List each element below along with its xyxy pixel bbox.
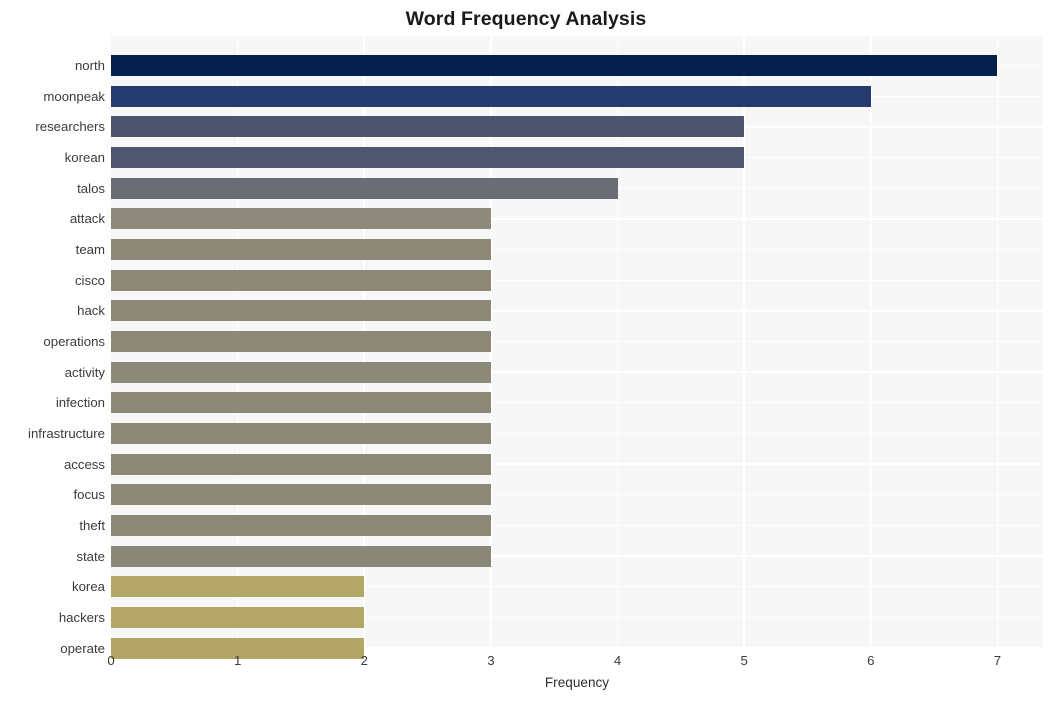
y-tick-label: korea [72, 579, 105, 595]
bar [111, 545, 491, 567]
y-tick-label: team [75, 242, 105, 258]
y-tick-label: moonpeak [43, 88, 105, 104]
bar [111, 239, 491, 261]
y-tick-label: hack [77, 303, 105, 319]
bar [111, 177, 618, 199]
y-tick-label: infrastructure [28, 425, 105, 441]
y-tick-label: cisco [74, 272, 105, 288]
y-axis: north moonpeak researchers korean talos attac… [0, 35, 105, 655]
y-tick-label: korean [64, 150, 105, 166]
x-tick-label: 6 [867, 653, 875, 668]
x-axis-label: Frequency [544, 675, 610, 690]
bar [111, 331, 491, 352]
y-tick-label: state [76, 548, 105, 564]
y-tick-label: attack [69, 211, 105, 227]
bar [111, 392, 491, 414]
word-frequency-chart: Word Frequency Analysis north moonpeak res… [0, 0, 1052, 701]
bar [111, 269, 491, 291]
y-tick-label: access [63, 456, 105, 472]
plot-area [111, 34, 1043, 659]
y-tick-label: operations [43, 334, 105, 349]
bar [111, 361, 491, 383]
x-tick-label: 7 [993, 653, 1002, 668]
y-tick-label: focus [73, 487, 105, 503]
bar [111, 147, 745, 169]
y-tick-label: researchers [35, 119, 105, 135]
x-tick-label: 0 [107, 653, 115, 668]
x-tick-label: 5 [740, 653, 748, 668]
bar [111, 300, 491, 322]
bar [111, 606, 365, 628]
bars-container [111, 35, 1043, 659]
y-tick-label: infection [55, 395, 105, 411]
bar [111, 484, 491, 506]
bar [111, 85, 871, 107]
bar [111, 514, 491, 536]
x-tick-label: 2 [360, 653, 368, 668]
x-axis: Frequency 0 1 2 3 4 5 6 7 [0, 648, 1052, 701]
y-tick-label: talos [77, 180, 105, 196]
bar [111, 422, 491, 444]
x-tick-label: 3 [487, 653, 495, 668]
bar [111, 576, 365, 598]
bar [111, 208, 491, 230]
bar [111, 453, 491, 475]
x-tick-label: 1 [233, 653, 242, 668]
x-tick-label: 4 [613, 653, 622, 668]
y-tick-label: activity [64, 364, 105, 380]
bar [111, 55, 998, 77]
y-tick-label: hackers [58, 609, 105, 625]
y-tick-label: theft [79, 517, 105, 533]
chart-title: Word Frequency Analysis [405, 8, 647, 30]
y-tick-label: north [74, 58, 105, 74]
bar [111, 116, 745, 138]
